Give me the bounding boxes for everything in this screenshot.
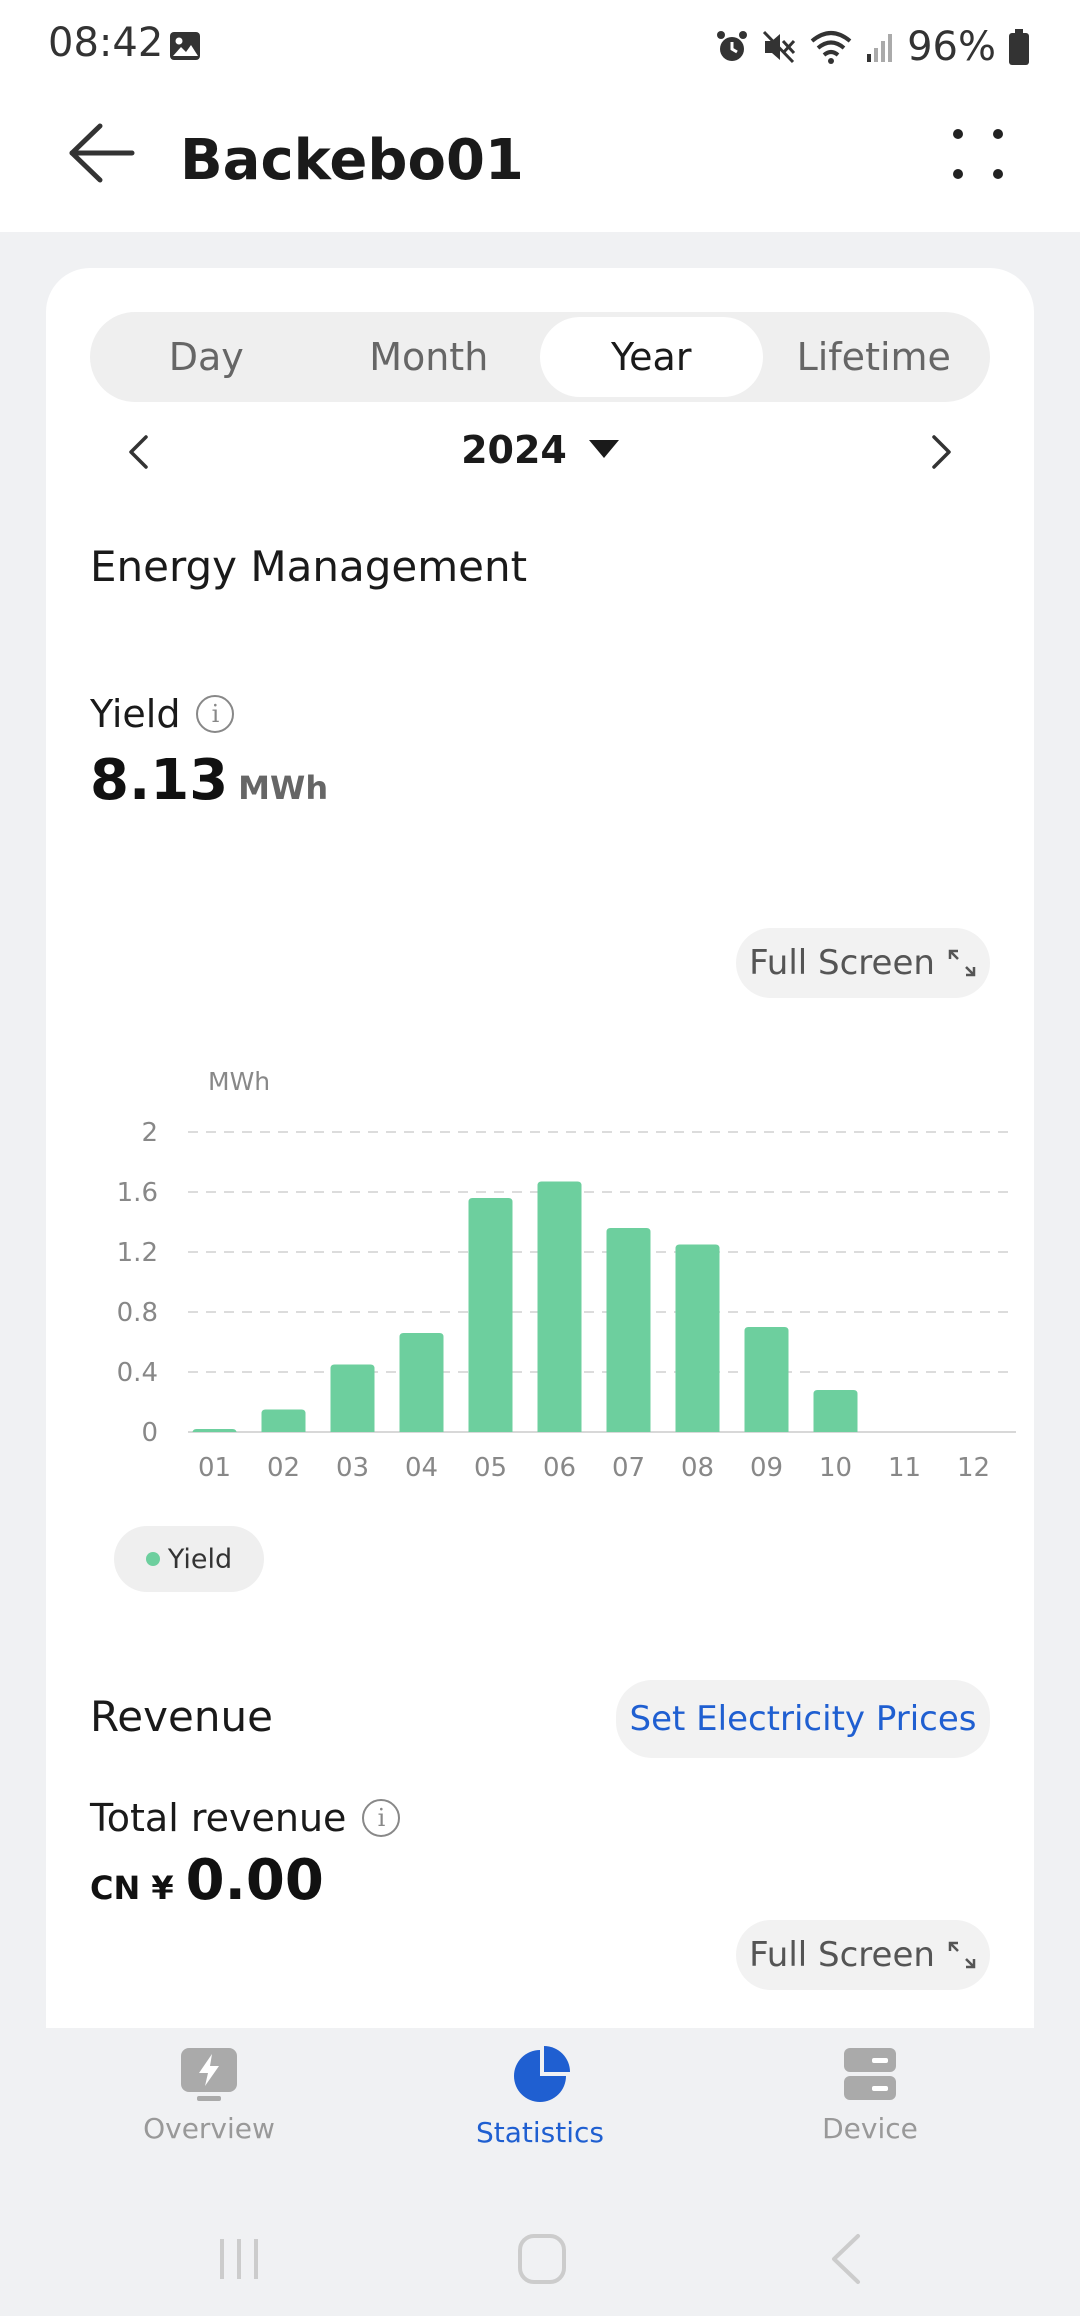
yield-label-row: Yield i xyxy=(90,692,235,736)
x-tick-label: 09 xyxy=(750,1453,783,1483)
x-tick-label: 02 xyxy=(267,1453,300,1483)
expand-icon xyxy=(948,1941,976,1969)
fullscreen-label: Full Screen xyxy=(749,943,935,983)
bar-09 xyxy=(744,1327,789,1432)
signal-icon xyxy=(867,34,893,62)
fullscreen-label: Full Screen xyxy=(749,1935,935,1975)
yield-value: 8.13 xyxy=(90,748,229,813)
home-icon[interactable] xyxy=(516,2232,568,2286)
y-tick-label: 1.6 xyxy=(117,1178,158,1208)
total-revenue-label: Total revenue xyxy=(90,1796,347,1840)
mute-icon xyxy=(763,30,796,64)
energy-section-title: Energy Management xyxy=(90,542,528,591)
revenue-fullscreen-button[interactable]: Full Screen xyxy=(736,1920,990,1990)
chart-legend[interactable]: Yield xyxy=(114,1526,264,1592)
bar-05 xyxy=(468,1198,513,1432)
wifi-icon xyxy=(810,31,852,64)
expand-icon xyxy=(948,949,976,977)
status-bar: 08:42 96% xyxy=(0,0,1080,96)
overview-icon xyxy=(181,2048,237,2101)
bar-08 xyxy=(675,1244,720,1432)
bottom-navigation: Overview Statistics Device xyxy=(0,2028,1080,2168)
next-period-icon[interactable] xyxy=(928,434,954,470)
x-tick-label: 07 xyxy=(612,1453,645,1483)
system-navigation-bar xyxy=(0,2200,1080,2316)
y-tick-label: 0.8 xyxy=(117,1298,158,1328)
info-icon[interactable]: i xyxy=(362,1799,401,1837)
y-tick-label: 1.2 xyxy=(117,1238,158,1268)
selected-year: 2024 xyxy=(461,428,567,472)
tab-day[interactable]: Day xyxy=(95,317,318,397)
bar-02 xyxy=(261,1409,306,1432)
app-bar: Backebo01 xyxy=(0,96,1080,232)
statistics-icon xyxy=(514,2046,570,2102)
date-navigator: 2024 xyxy=(90,418,990,488)
revenue-section-title: Revenue xyxy=(90,1692,273,1741)
x-tick-label: 04 xyxy=(405,1453,438,1483)
date-selector[interactable]: 2024 xyxy=(90,428,990,472)
x-tick-label: 11 xyxy=(888,1453,921,1483)
page-title: Backebo01 xyxy=(180,128,524,193)
bar-06 xyxy=(537,1181,582,1432)
legend-dot-yield xyxy=(145,1552,160,1566)
x-tick-label: 06 xyxy=(543,1453,576,1483)
bar-04 xyxy=(399,1333,444,1432)
device-icon xyxy=(844,2048,896,2100)
y-tick-label: 0.4 xyxy=(117,1358,158,1388)
image-notification-icon xyxy=(170,32,200,60)
y-tick-label: 2 xyxy=(141,1118,158,1148)
status-icons: 96% xyxy=(715,20,1030,74)
bar-07 xyxy=(606,1228,651,1432)
x-tick-label: 10 xyxy=(819,1453,852,1483)
nav-label-overview: Overview xyxy=(143,2112,275,2145)
nav-label-device: Device xyxy=(822,2112,918,2145)
total-revenue-label-row: Total revenue i xyxy=(90,1796,401,1840)
nav-statistics[interactable]: Statistics xyxy=(430,2046,650,2149)
x-tick-label: 05 xyxy=(474,1453,507,1483)
x-tick-label: 08 xyxy=(681,1453,714,1483)
energy-fullscreen-button[interactable]: Full Screen xyxy=(736,928,990,998)
nav-overview[interactable]: Overview xyxy=(99,2046,319,2145)
system-back-icon[interactable] xyxy=(826,2232,866,2286)
tab-month[interactable]: Month xyxy=(318,317,541,397)
bar-03 xyxy=(330,1364,375,1432)
tab-year[interactable]: Year xyxy=(540,317,763,397)
nav-device[interactable]: Device xyxy=(760,2046,980,2145)
yield-label: Yield xyxy=(90,692,181,736)
back-arrow-icon[interactable] xyxy=(66,122,136,184)
info-icon[interactable]: i xyxy=(196,695,235,733)
dropdown-caret-icon xyxy=(588,439,619,458)
tab-lifetime[interactable]: Lifetime xyxy=(763,317,986,397)
x-tick-label: 03 xyxy=(336,1453,369,1483)
yield-value-row: 8.13 MWh xyxy=(90,748,328,813)
status-time: 08:42 xyxy=(48,20,164,66)
legend-label-yield: Yield xyxy=(167,1543,233,1575)
period-tabs: Day Month Year Lifetime xyxy=(90,312,990,402)
y-axis-unit-label: MWh xyxy=(208,1067,270,1096)
battery-percent: 96% xyxy=(907,24,996,70)
x-tick-label: 12 xyxy=(957,1453,990,1483)
nav-label-statistics: Statistics xyxy=(476,2116,604,2149)
recent-apps-icon[interactable] xyxy=(214,2234,264,2284)
total-revenue-value-row: CN ¥ 0.00 xyxy=(90,1848,324,1913)
yield-unit: MWh xyxy=(238,769,329,807)
total-revenue-value: 0.00 xyxy=(185,1848,324,1913)
alarm-icon xyxy=(717,31,748,61)
x-tick-label: 01 xyxy=(198,1453,231,1483)
currency-label: CN ¥ xyxy=(90,1869,174,1907)
statistics-card: Day Month Year Lifetime 2024 Energy Mana… xyxy=(46,268,1034,2028)
y-tick-label: 0 xyxy=(141,1418,158,1448)
bar-10 xyxy=(813,1390,858,1432)
more-options-icon[interactable] xyxy=(950,126,1006,182)
set-electricity-prices-button[interactable]: Set Electricity Prices xyxy=(616,1680,990,1758)
battery-icon xyxy=(1009,29,1029,65)
